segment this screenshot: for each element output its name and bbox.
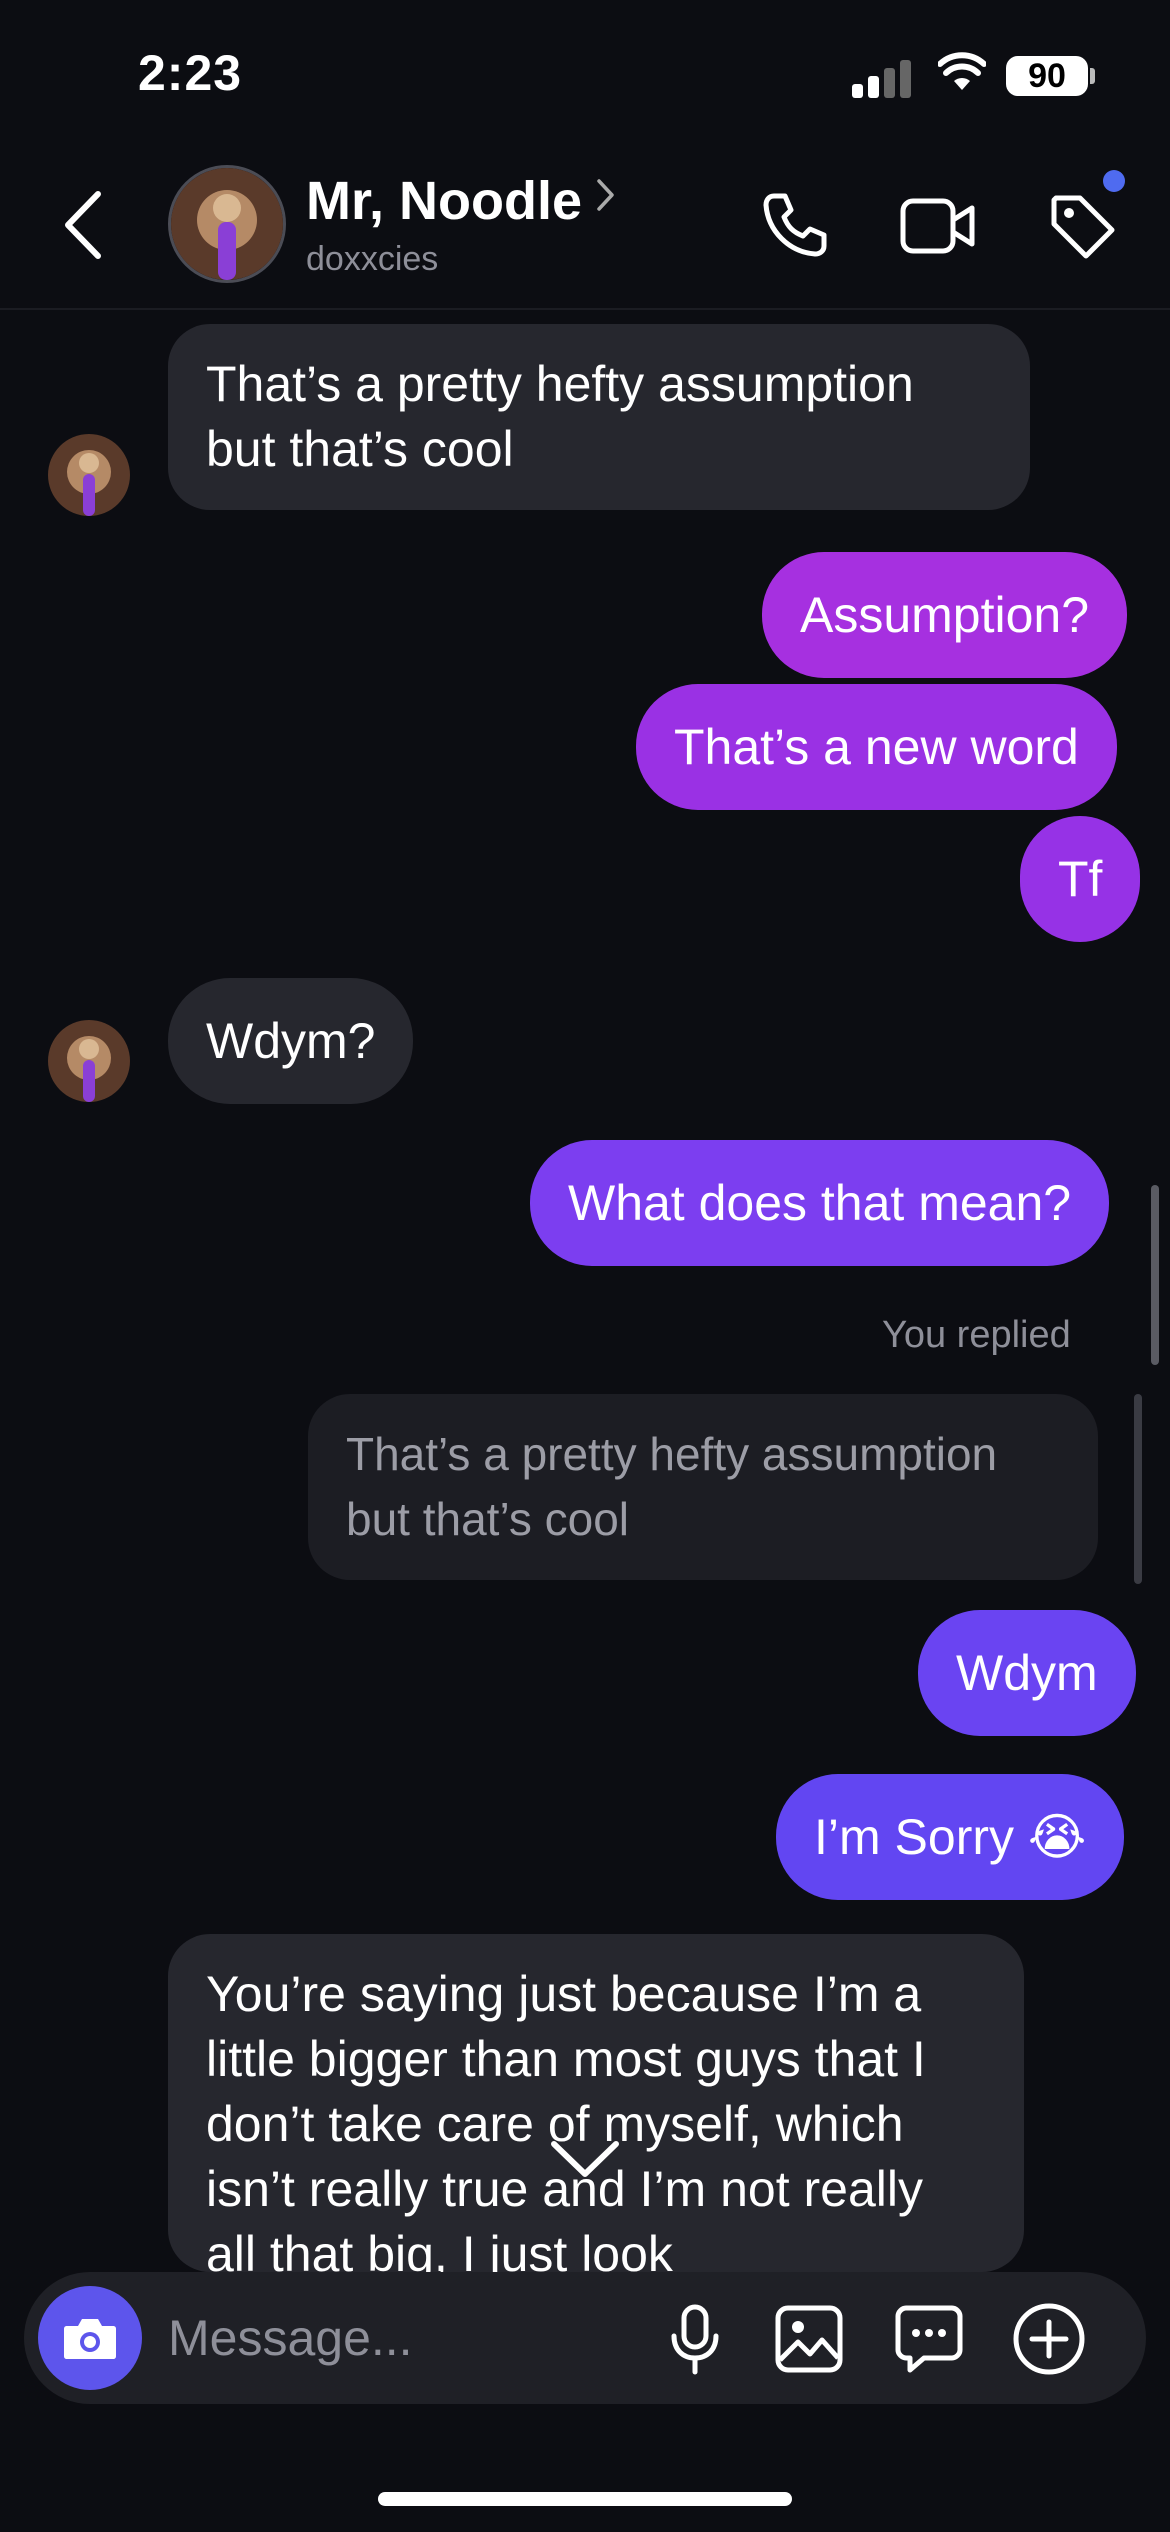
incoming-message[interactable]: You’re saying just because I’m a little … [168, 1934, 1024, 2272]
chevron-down-icon [551, 2141, 619, 2177]
incoming-message[interactable]: That’s a pretty hefty assumption but tha… [168, 324, 1030, 510]
battery-indicator: 90 [1006, 56, 1088, 96]
incoming-message[interactable]: Wdym? [168, 978, 414, 1104]
chevron-right-icon [596, 178, 616, 217]
scroll-to-bottom-button[interactable] [548, 2130, 622, 2190]
outgoing-message[interactable]: Wdym [918, 1610, 1136, 1736]
camera-button[interactable] [38, 2286, 142, 2390]
outgoing-message[interactable]: I’m Sorry 😭 [776, 1774, 1125, 1900]
outgoing-message[interactable]: Assumption? [762, 552, 1128, 678]
home-indicator[interactable] [378, 2492, 792, 2506]
phone-call-button[interactable] [760, 190, 830, 260]
battery-tip [1090, 68, 1095, 84]
back-button[interactable] [60, 190, 104, 260]
outgoing-message[interactable]: Tf [1020, 816, 1141, 942]
gallery-button[interactable] [774, 2304, 844, 2379]
contact-name[interactable]: Mr, Noodle [306, 170, 582, 232]
plus-circle-icon [1013, 2303, 1085, 2375]
reply-label: You replied [882, 1314, 1071, 1356]
phone-icon [763, 193, 827, 257]
wifi-icon [937, 52, 987, 97]
sticker-button[interactable] [894, 2304, 964, 2379]
chevron-left-icon [65, 191, 101, 259]
scrollbar[interactable] [1151, 1185, 1159, 1365]
voice-message-button[interactable] [668, 2304, 722, 2381]
outgoing-message[interactable]: What does that mean? [530, 1140, 1110, 1266]
cellular-signal-icon [852, 58, 914, 98]
microphone-icon [671, 2304, 719, 2375]
header-divider [0, 308, 1170, 310]
message-input[interactable] [168, 2306, 618, 2370]
quoted-message[interactable]: That’s a pretty hefty assumption but tha… [308, 1394, 1098, 1580]
sender-avatar[interactable] [48, 434, 130, 516]
tag-icon [1051, 195, 1115, 259]
sender-avatar[interactable] [48, 1020, 130, 1102]
video-call-button[interactable] [900, 196, 976, 256]
reply-quote-bar [1134, 1394, 1142, 1584]
tag-button[interactable] [1046, 190, 1118, 262]
video-icon [900, 198, 975, 254]
more-options-button[interactable] [1012, 2302, 1086, 2381]
notification-dot [1103, 170, 1125, 192]
outgoing-message[interactable]: That’s a new word [636, 684, 1117, 810]
contact-handle: doxxcies [306, 240, 439, 278]
status-time: 2:23 [138, 45, 243, 101]
contact-avatar[interactable] [168, 165, 286, 283]
chat-bubble-icon [895, 2305, 963, 2373]
image-icon [775, 2305, 843, 2373]
camera-icon [64, 2319, 116, 2359]
